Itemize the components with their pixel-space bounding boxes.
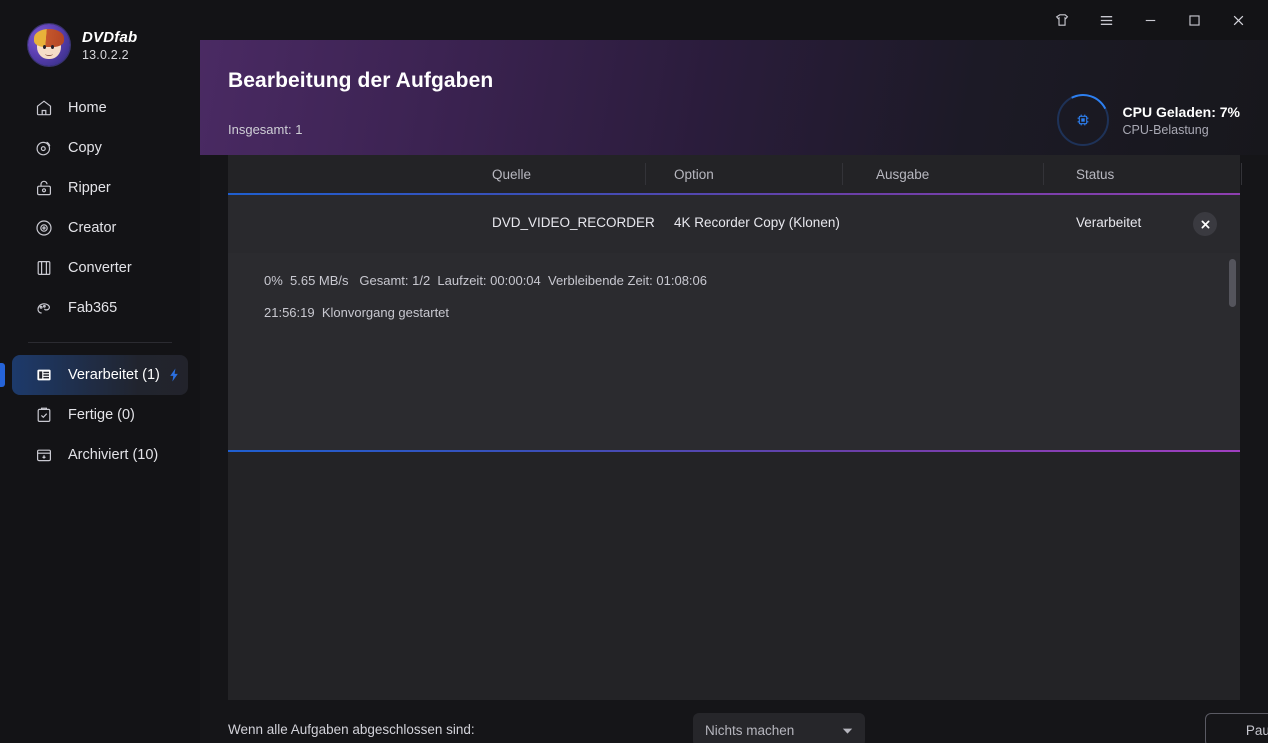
pause-button[interactable]: Pause [1205,713,1268,743]
maximize-icon[interactable] [1172,0,1216,40]
close-task-button[interactable] [1193,212,1217,236]
processing-icon [34,365,54,385]
brand-name: DVDfab [82,28,138,46]
column-divider [1043,163,1044,185]
sidebar-item-label: Fertige (0) [68,406,135,423]
sidebar-item-archiviert[interactable]: Archiviert (10) [12,435,188,475]
cell-option: 4K Recorder Copy (Klonen) [674,215,840,230]
archive-icon [34,445,54,465]
chevron-down-icon [842,723,853,738]
cpu-ring-gauge [1049,87,1116,153]
task-detail-log: 0% 5.65 MB/s Gesamt: 1/2 Laufzeit: 00:00… [228,253,1240,450]
sidebar-item-copy[interactable]: Copy [12,128,188,168]
task-panel: Quelle Option Ausgabe Status DVD_VIDEO_R… [228,155,1242,700]
creator-disc-icon [34,218,54,238]
accent-divider-bottom [228,450,1240,452]
sidebar-nav: Home Copy Ripper Creator Converter Fab36 [0,88,200,475]
cell-quelle: DVD_VIDEO_RECORDER [492,215,655,230]
detail-scrollbar[interactable] [1229,259,1236,444]
sidebar-item-creator[interactable]: Creator [12,208,188,248]
scrollbar-thumb[interactable] [1229,259,1236,307]
cpu-load-caption: CPU-Belastung [1122,122,1209,137]
cpu-widget: CPU Geladen: 7% CPU-Belastung [1049,87,1240,153]
brand: DVDfab 13.0.2.2 [28,24,137,66]
sidebar: DVDfab 13.0.2.2 Home Copy Ripper Creator [0,0,200,743]
sidebar-divider [28,342,172,343]
sidebar-item-label: Verarbeitet (1) [68,366,160,383]
cell-status: Verarbeitet [1076,215,1142,230]
minimize-icon[interactable] [1128,0,1172,40]
column-divider [645,163,646,185]
sidebar-item-label: Copy [68,139,102,156]
post-action-value: Nichts machen [705,722,795,738]
home-icon [34,98,54,118]
cpu-chip-icon [1075,112,1091,128]
sidebar-item-label: Ripper [68,179,111,196]
app-window: DVDfab 13.0.2.2 Home Copy Ripper Creator [0,0,1268,743]
sidebar-item-label: Fab365 [68,299,118,316]
lightning-icon [166,367,182,383]
total-count-label: Insgesamt: 1 [228,122,303,137]
sidebar-item-label: Archiviert (10) [68,446,159,463]
sidebar-item-converter[interactable]: Converter [12,248,188,288]
detail-stats: 0% 5.65 MB/s Gesamt: 1/2 Laufzeit: 00:00… [264,273,707,288]
brand-version: 13.0.2.2 [82,47,129,62]
fab365-icon [34,298,54,318]
column-header-quelle[interactable]: Quelle [492,167,531,182]
converter-icon [34,258,54,278]
post-action-select[interactable]: Nichts machen [693,713,865,743]
ripper-icon [34,178,54,198]
sidebar-item-home[interactable]: Home [12,88,188,128]
theme-icon[interactable] [1040,0,1084,40]
sidebar-item-fab365[interactable]: Fab365 [12,288,188,328]
sidebar-item-label: Creator [68,219,117,236]
dvdfab-logo-icon [28,24,70,66]
column-header-status[interactable]: Status [1076,167,1114,182]
column-header-ausgabe[interactable]: Ausgabe [876,167,929,182]
menu-icon[interactable] [1084,0,1128,40]
column-header-option[interactable]: Option [674,167,714,182]
sidebar-item-ripper[interactable]: Ripper [12,168,188,208]
sidebar-item-verarbeitet[interactable]: Verarbeitet (1) [0,355,188,395]
cpu-load-value: CPU Geladen: 7% [1122,103,1240,120]
sidebar-item-label: Home [68,99,107,116]
column-divider [1241,163,1242,185]
detail-log-entry: 21:56:19 Klonvorgang gestartet [264,305,450,320]
column-divider [842,163,843,185]
sidebar-item-fertige[interactable]: Fertige (0) [12,395,188,435]
main-content: Bearbeitung der Aufgaben Insgesamt: 1 CP… [200,40,1268,743]
close-icon[interactable] [1216,0,1260,40]
table-row[interactable]: DVD_VIDEO_RECORDER 4K Recorder Copy (Klo… [228,195,1240,253]
titlebar [200,0,1268,40]
completed-icon [34,405,54,425]
table-header: Quelle Option Ausgabe Status [228,155,1242,193]
copy-disc-icon [34,138,54,158]
page-title: Bearbeitung der Aufgaben [228,69,494,92]
post-action-label: Wenn alle Aufgaben abgeschlossen sind: [228,722,475,737]
sidebar-item-label: Converter [68,259,132,276]
